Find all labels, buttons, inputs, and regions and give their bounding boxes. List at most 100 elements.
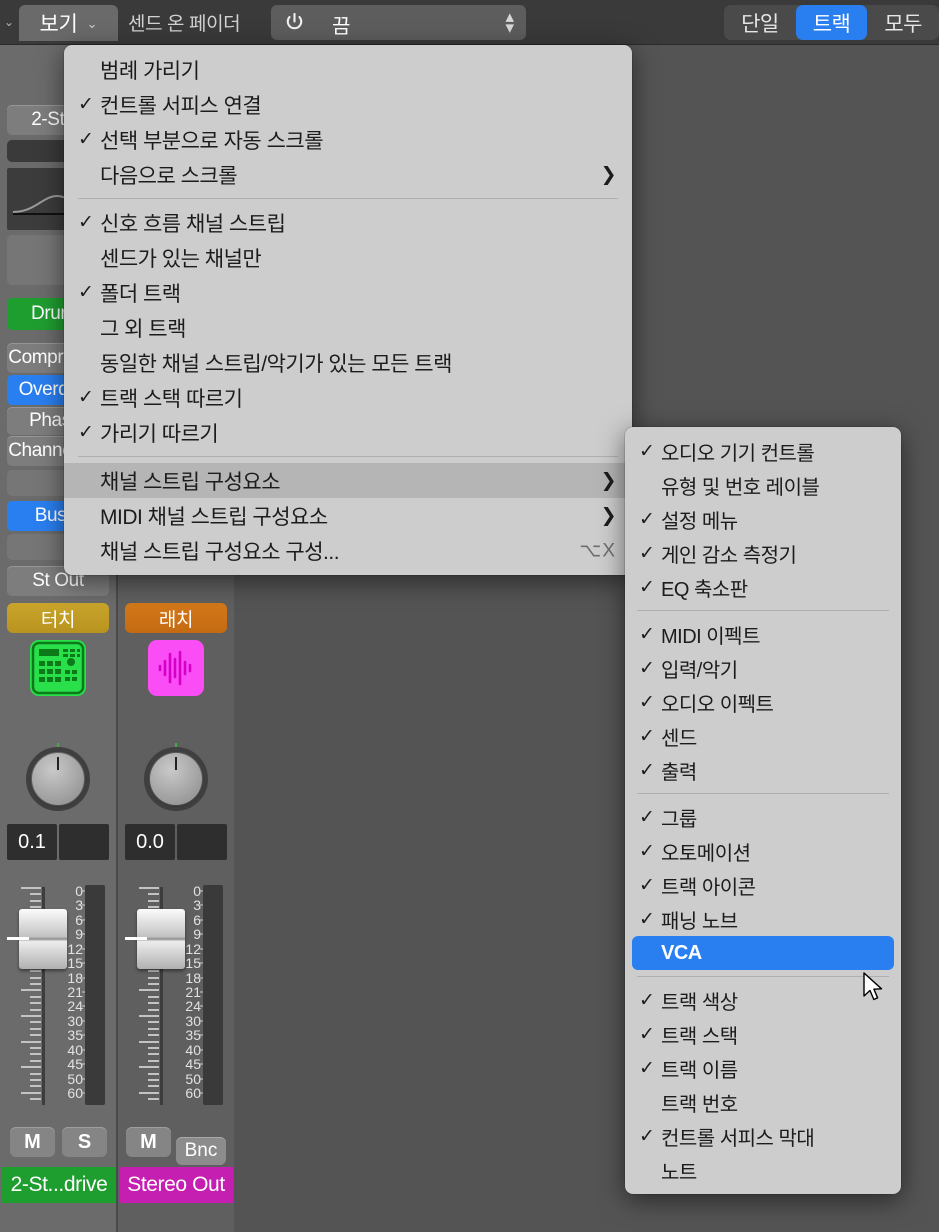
view-menu-button[interactable]: 보기 ⌄ bbox=[19, 5, 118, 41]
automation-mode-button-2[interactable]: 래치 bbox=[125, 603, 227, 633]
pan-value-2-right[interactable] bbox=[177, 824, 227, 860]
menu-sub-item-label: 트랙 이름 bbox=[661, 1054, 887, 1083]
menu-sub-item-2[interactable]: ✓설정 메뉴 bbox=[625, 502, 901, 536]
fader-ruler-tick bbox=[21, 887, 41, 889]
pan-knob-1[interactable] bbox=[22, 743, 94, 815]
menu-separator bbox=[637, 976, 889, 977]
fader-scale-label: 60 bbox=[185, 1085, 201, 1101]
solo-button-1[interactable]: S bbox=[62, 1127, 107, 1157]
track-name-1[interactable]: 2-St...drive bbox=[2, 1167, 116, 1203]
pan-knob-indicator-2 bbox=[175, 757, 177, 770]
pan-value-2[interactable]: 0.0 bbox=[125, 824, 175, 860]
menu-sub-item-18[interactable]: ✓트랙 색상 bbox=[625, 983, 901, 1017]
fader-ruler-tick bbox=[21, 1066, 41, 1068]
menu-main-item-14[interactable]: ✓MIDI 채널 스트립 구성요소❯ bbox=[64, 498, 632, 533]
mute-button-1[interactable]: M bbox=[10, 1127, 55, 1157]
menu-main-item-10[interactable]: ✓트랙 스택 따르기 bbox=[64, 380, 632, 415]
menu-main-item-label: 가리기 따르기 bbox=[100, 418, 618, 448]
menu-sub-item-8[interactable]: ✓오디오 이펙트 bbox=[625, 685, 901, 719]
fader-ruler-tick bbox=[139, 1015, 159, 1017]
checkmark-icon-hidden: ✓ bbox=[639, 1091, 661, 1114]
automation-mode-button-1[interactable]: 터치 bbox=[7, 603, 109, 633]
fader-ruler-tick bbox=[148, 1028, 159, 1030]
menu-sub-item-13[interactable]: ✓오토메이션 bbox=[625, 834, 901, 868]
menu-sub-item-9[interactable]: ✓센드 bbox=[625, 719, 901, 753]
pan-value-1-right[interactable] bbox=[59, 824, 109, 860]
fader-ruler-tick bbox=[148, 1053, 159, 1055]
power-icon bbox=[283, 11, 306, 34]
fader-ruler-tick bbox=[30, 1073, 41, 1075]
fader-ruler-tick bbox=[148, 900, 159, 902]
fader-ruler-tick bbox=[21, 1015, 41, 1017]
menu-sub-item-label: 그룹 bbox=[661, 803, 887, 832]
menu-sub-item-12[interactable]: ✓그룹 bbox=[625, 800, 901, 834]
menu-sub-item-23[interactable]: ✓노트 bbox=[625, 1153, 901, 1187]
fader-ruler-tick bbox=[148, 983, 159, 985]
fader-ruler-tick bbox=[139, 1066, 159, 1068]
menu-main-item-15[interactable]: ✓채널 스트립 구성요소 구성...⌥X bbox=[64, 533, 632, 568]
fader-scale-2: 03691215182124303540455060 bbox=[177, 883, 205, 1105]
menu-sub-item-20[interactable]: ✓트랙 이름 bbox=[625, 1051, 901, 1085]
menu-sub-item-label: 입력/악기 bbox=[661, 654, 887, 683]
menu-main-item-11[interactable]: ✓가리기 따르기 bbox=[64, 415, 632, 450]
menu-main-item-5[interactable]: ✓신호 흐름 채널 스트립 bbox=[64, 205, 632, 240]
menu-main-item-7[interactable]: ✓폴더 트랙 bbox=[64, 275, 632, 310]
menu-main-item-label: 트랙 스택 따르기 bbox=[100, 383, 618, 413]
menu-sub-item-3[interactable]: ✓게인 감소 측정기 bbox=[625, 536, 901, 570]
checkmark-icon: ✓ bbox=[639, 806, 661, 829]
menu-shortcut: ⌥X bbox=[579, 539, 616, 562]
menu-sub-item-22[interactable]: ✓컨트롤 서피스 막대 bbox=[625, 1119, 901, 1153]
menu-main-item-9[interactable]: ✓동일한 채널 스트립/악기가 있는 모든 트랙 bbox=[64, 345, 632, 380]
checkmark-icon: ✓ bbox=[639, 542, 661, 565]
track-name-2[interactable]: Stereo Out bbox=[119, 1167, 233, 1203]
menu-sub-item-19[interactable]: ✓트랙 스택 bbox=[625, 1017, 901, 1051]
fader-ruler-tick bbox=[148, 1098, 159, 1100]
menu-sub-item-10[interactable]: ✓출력 bbox=[625, 753, 901, 787]
view-menu-label: 보기 bbox=[40, 8, 78, 38]
send-mode-select[interactable]: 끔 ▴▾ bbox=[318, 5, 526, 40]
checkmark-icon: ✓ bbox=[639, 908, 661, 931]
pan-value-1[interactable]: 0.1 bbox=[7, 824, 57, 860]
fader-ruler-tick bbox=[30, 977, 41, 979]
mute-button-2[interactable]: M bbox=[126, 1127, 171, 1157]
stepper-updown-icon[interactable]: ▴▾ bbox=[505, 11, 514, 33]
checkmark-icon: ✓ bbox=[639, 1125, 661, 1148]
menu-sub-item-4[interactable]: ✓EQ 축소판 bbox=[625, 570, 901, 604]
menu-sub-item-6[interactable]: ✓MIDI 이펙트 bbox=[625, 617, 901, 651]
chevron-right-icon: ❯ bbox=[601, 469, 616, 492]
fader-ruler-tick bbox=[30, 1079, 41, 1081]
menu-main-item-8[interactable]: ✓그 외 트랙 bbox=[64, 310, 632, 345]
mode-button-track[interactable]: 트랙 bbox=[796, 5, 868, 40]
menu-sub-item-21[interactable]: ✓트랙 번호 bbox=[625, 1085, 901, 1119]
menu-main-item-6[interactable]: ✓센드가 있는 채널만 bbox=[64, 240, 632, 275]
mode-button-all[interactable]: 모두 bbox=[867, 5, 939, 40]
track-icon-waveform-icon[interactable] bbox=[148, 640, 204, 696]
fader-ruler-tick bbox=[148, 1002, 159, 1004]
fader-zone-1: 03691215182124303540455060 bbox=[7, 883, 109, 1108]
menu-main-item-3[interactable]: ✓다음으로 스크롤❯ bbox=[64, 157, 632, 192]
menu-sub-item-label: 패닝 노브 bbox=[661, 905, 887, 934]
checkmark-icon-hidden: ✓ bbox=[639, 474, 661, 497]
fader-scale-1: 03691215182124303540455060 bbox=[59, 883, 87, 1105]
menu-main-item-label: 신호 흐름 채널 스트립 bbox=[100, 208, 618, 238]
mode-button-single[interactable]: 단일 bbox=[724, 5, 796, 40]
track-icon-drum-machine-icon[interactable] bbox=[30, 640, 86, 696]
menu-sub-item-15[interactable]: ✓패닝 노브 bbox=[625, 902, 901, 936]
menu-main-item-label: MIDI 채널 스트립 구성요소 bbox=[100, 501, 618, 531]
menu-main-item-13[interactable]: ✓채널 스트립 구성요소❯ bbox=[64, 463, 632, 498]
chevron-down-icon-left[interactable]: ⌄ bbox=[2, 14, 16, 30]
menu-sub-item-0[interactable]: ✓오디오 기기 컨트롤 bbox=[625, 434, 901, 468]
menu-sub-item-16[interactable]: ✓VCA bbox=[632, 936, 894, 970]
bounce-button[interactable]: Bnc bbox=[176, 1137, 226, 1165]
menu-sub-item-14[interactable]: ✓트랙 아이콘 bbox=[625, 868, 901, 902]
menu-main-item-0[interactable]: ✓범례 가리기 bbox=[64, 52, 632, 87]
menu-main-item-1[interactable]: ✓컨트롤 서피스 연결 bbox=[64, 87, 632, 122]
pan-knob-2[interactable] bbox=[140, 743, 212, 815]
menu-sub-item-7[interactable]: ✓입력/악기 bbox=[625, 651, 901, 685]
menu-sub-item-label: 게인 감소 측정기 bbox=[661, 539, 887, 568]
menu-sub-item-label: 설정 메뉴 bbox=[661, 505, 887, 534]
menu-sub-item-1[interactable]: ✓유형 및 번호 레이블 bbox=[625, 468, 901, 502]
fader-ruler-tick bbox=[30, 1060, 41, 1062]
send-on-fader-power-button[interactable] bbox=[271, 5, 318, 40]
menu-main-item-2[interactable]: ✓선택 부분으로 자동 스크롤 bbox=[64, 122, 632, 157]
